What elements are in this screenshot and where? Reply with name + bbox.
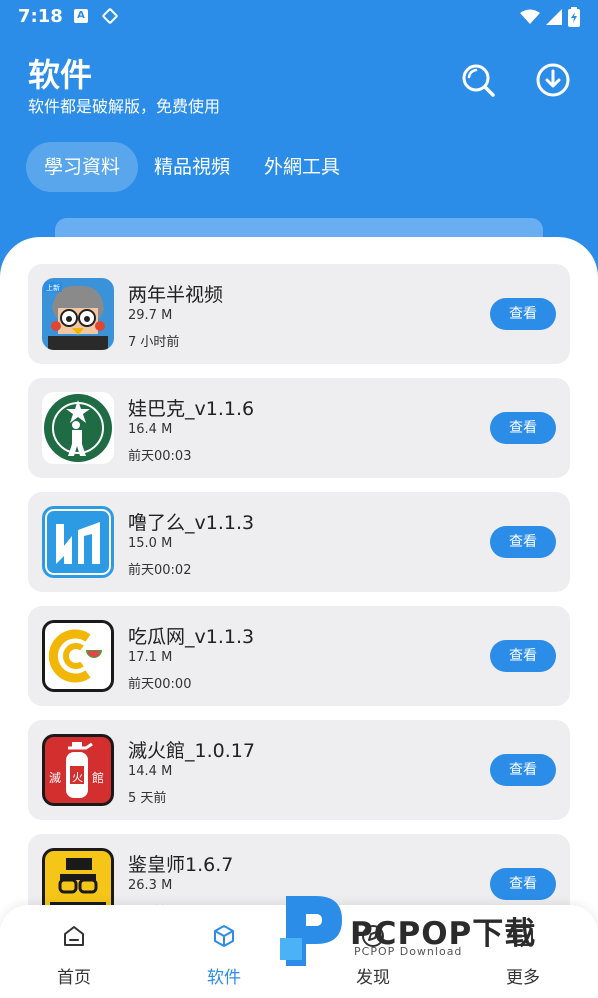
list-item[interactable]: 吃瓜网_v1.1.3 17.1 M 前天00:00 查看 — [28, 606, 570, 706]
app-time: 前天00:03 — [128, 449, 192, 464]
list-item[interactable]: 娃巴克_v1.1.6 16.4 M 前天00:03 查看 — [28, 378, 570, 478]
blue-logo-icon — [42, 506, 114, 578]
nav-label: 软件 — [207, 968, 241, 988]
melon-logo-icon — [42, 620, 114, 692]
extinguisher-icon: 滅 火 館 — [42, 734, 114, 806]
home-icon — [64, 926, 84, 946]
list-item[interactable]: 噜了么_v1.1.3 15.0 M 前天00:02 查看 — [28, 492, 570, 592]
watermark: PCPOP下载 PCPOP Download — [276, 888, 586, 968]
tab-videos[interactable]: 精品視頻 — [136, 142, 248, 192]
app-name: 两年半视频 — [128, 284, 224, 306]
wifi-icon — [520, 9, 540, 24]
view-button[interactable]: 查看 — [490, 526, 556, 558]
tab-tools[interactable]: 外網工具 — [246, 142, 358, 192]
svg-text:火: 火 — [72, 771, 83, 784]
app-time: 7 小时前 — [128, 335, 180, 350]
app-name: 滅火館_1.0.17 — [128, 740, 255, 762]
list-item[interactable]: 上新 两年半视频 29.7 M 7 小时前 查看 — [28, 264, 570, 364]
page-title: 软件 — [28, 56, 93, 94]
view-button[interactable]: 查看 — [490, 640, 556, 672]
battery-icon — [568, 7, 580, 27]
cube-icon — [214, 925, 234, 947]
app-name: 噜了么_v1.1.3 — [128, 512, 255, 534]
notification-diamond-icon — [101, 7, 119, 25]
app-name: 吃瓜网_v1.1.3 — [128, 626, 255, 648]
watermark-subtext: PCPOP Download — [354, 945, 463, 958]
app-name: 鉴皇师1.6.7 — [128, 854, 234, 876]
view-button[interactable]: 查看 — [490, 754, 556, 786]
download-icon — [536, 63, 570, 97]
app-size: 16.4 M — [128, 422, 173, 437]
app-time: 前天00:00 — [128, 677, 192, 692]
page-subtitle: 软件都是破解版，免费使用 — [28, 97, 221, 116]
app-time: 前天00:02 — [128, 563, 192, 578]
app-size: 29.7 M — [128, 308, 173, 323]
svg-text:滅: 滅 — [49, 771, 61, 785]
svg-text:館: 館 — [92, 770, 104, 785]
star-logo-icon — [42, 392, 114, 464]
category-tabs: 學习資料 精品視頻 外網工具 — [26, 142, 358, 192]
view-button[interactable]: 查看 — [490, 412, 556, 444]
nav-item-home[interactable]: 首页 — [24, 905, 124, 998]
app-size: 17.1 M — [128, 650, 173, 665]
app-size: 15.0 M — [128, 536, 173, 551]
app-size: 14.4 M — [128, 764, 173, 779]
view-button[interactable]: 查看 — [490, 298, 556, 330]
nav-item-software[interactable]: 软件 — [174, 905, 274, 998]
status-bar: 7:18 A — [0, 0, 598, 34]
status-icons — [520, 7, 580, 27]
notification-a-icon: A — [74, 9, 88, 23]
pcpop-logo-icon — [280, 896, 342, 966]
download-button[interactable] — [535, 62, 571, 98]
app-size: 26.3 M — [128, 878, 173, 893]
status-time: 7:18 — [18, 6, 63, 27]
app-time: 5 天前 — [128, 791, 167, 806]
signal-icon — [546, 9, 562, 25]
app-name: 娃巴克_v1.1.6 — [128, 398, 255, 420]
search-icon — [462, 64, 495, 97]
nav-label: 首页 — [57, 968, 91, 988]
search-button[interactable] — [460, 62, 496, 98]
cartoon-icon: 上新 — [42, 278, 114, 350]
tab-study[interactable]: 學习資料 — [26, 142, 139, 192]
list-item[interactable]: 滅 火 館 滅火館_1.0.17 14.4 M 5 天前 查看 — [28, 720, 570, 820]
svg-text:上新: 上新 — [46, 283, 60, 292]
